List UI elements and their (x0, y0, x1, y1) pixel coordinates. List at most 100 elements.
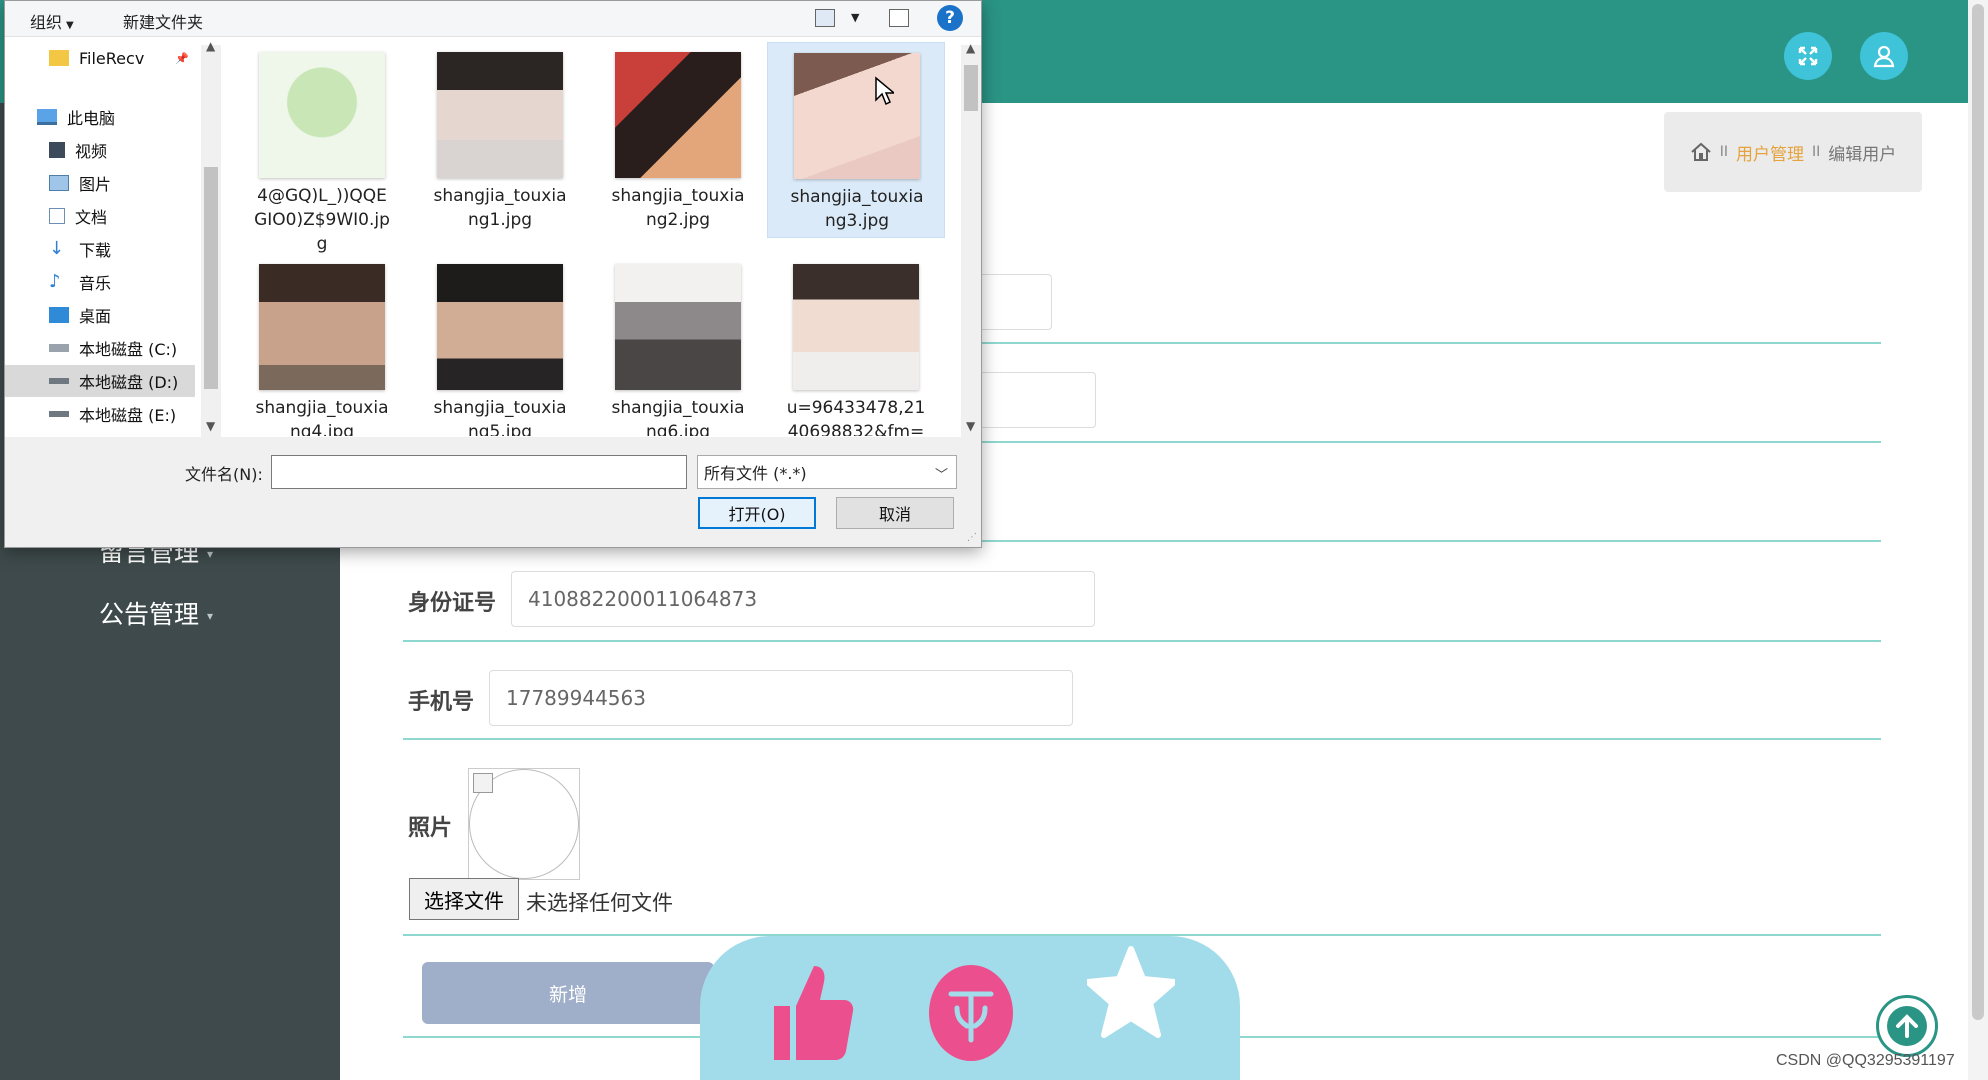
file-item[interactable]: u=96433478,21 40698832&fm= (767, 250, 945, 436)
favorite-button[interactable] (1086, 940, 1176, 1050)
file-list-scrollbar[interactable]: ▲ ▼ (961, 41, 981, 437)
drive-icon (49, 344, 69, 352)
file-item[interactable]: shangjia_touxia ng5.jpg (411, 250, 589, 436)
file-name: 4@GQ)L_))QQE (257, 186, 387, 206)
nav-item-label: 下载 (79, 241, 112, 260)
dialog-footer: 文件名(N): 所有文件 (*.*) ﹀ 打开(O) 取消 ⋰ (5, 437, 981, 547)
file-name: shangjia_touxia (433, 398, 567, 418)
file-name: ng6.jpg (645, 422, 711, 436)
file-name: GIO0)Z$9WI0.jp (254, 210, 390, 230)
music-icon: ♪ (49, 271, 61, 292)
nav-item-drive-c[interactable]: 本地磁盘 (C:) (5, 332, 195, 364)
choose-file-button[interactable]: 选择文件 (409, 878, 519, 920)
fullscreen-button[interactable] (1784, 32, 1832, 80)
nav-item-music[interactable]: ♪ 音乐 (5, 266, 195, 298)
open-button[interactable]: 打开(O) (698, 497, 816, 529)
nav-item-pictures[interactable]: 图片 (5, 167, 195, 199)
nav-item-downloads[interactable]: ↓ 下载 (5, 233, 195, 265)
nav-item-drive-e[interactable]: 本地磁盘 (E:) (5, 398, 195, 430)
phone-label: 手机号 (408, 690, 475, 715)
help-icon[interactable]: ? (937, 5, 963, 31)
file-name: shangjia_touxia (611, 186, 745, 206)
scrollbar-thumb[interactable] (964, 65, 978, 111)
nav-item-desktop[interactable]: 桌面 (5, 299, 195, 331)
view-dropdown-icon[interactable]: ▼ (851, 11, 859, 24)
coin-button[interactable] (926, 956, 1016, 1066)
file-item[interactable]: shangjia_touxia ng4.jpg (233, 250, 411, 436)
scroll-down-icon[interactable]: ▼ (206, 419, 215, 433)
nav-item-label: 图片 (79, 175, 112, 194)
scrollbar-thumb[interactable] (1972, 4, 1984, 1020)
organize-menu[interactable]: 组织 ▼ (30, 9, 74, 33)
nav-item-videos[interactable]: 视频 (5, 134, 195, 166)
star-icon (1087, 946, 1175, 1038)
file-type-value: 所有文件 (*.*) (704, 464, 807, 483)
preview-pane-icon[interactable] (889, 9, 909, 27)
file-thumbnail (437, 52, 563, 178)
back-to-top-button[interactable] (1876, 995, 1938, 1057)
filename-input[interactable] (271, 455, 687, 489)
file-name: u=96433478,21 (786, 398, 926, 418)
scroll-up-icon[interactable]: ▲ (206, 39, 215, 53)
resize-grip-icon[interactable]: ⋰ (967, 532, 977, 543)
nav-item-this-pc[interactable]: 此电脑 (5, 101, 195, 133)
file-name: ng3.jpg (824, 211, 890, 231)
fullscreen-icon (1798, 46, 1818, 66)
nav-item-label: 视频 (75, 142, 108, 161)
desktop-icon (49, 307, 69, 323)
file-type-select[interactable]: 所有文件 (*.*) ﹀ (697, 455, 957, 489)
breadcrumb-edit-user: 编辑用户 (1828, 144, 1897, 165)
chevron-down-icon: ▾ (207, 547, 214, 561)
nav-item-label: 音乐 (79, 274, 112, 293)
file-item[interactable]: shangjia_touxia ng2.jpg (589, 38, 767, 230)
caret-down-icon: ▼ (66, 20, 74, 31)
arrow-up-icon (1887, 1006, 1927, 1046)
home-icon[interactable] (1690, 142, 1712, 162)
view-mode-icon[interactable] (815, 9, 835, 27)
file-thumbnail (437, 264, 563, 390)
drive-icon (49, 378, 69, 384)
id-number-input[interactable]: 410882200011064873 (511, 571, 1095, 627)
chevron-down-icon: ▾ (207, 609, 214, 623)
phone-input[interactable]: 17789944563 (489, 670, 1073, 726)
file-item-selected[interactable]: shangjia_touxia ng3.jpg (767, 42, 945, 238)
like-button[interactable] (766, 956, 856, 1066)
scrollbar-thumb[interactable] (204, 167, 218, 389)
breadcrumb-separator: II (1812, 144, 1821, 160)
file-thumbnail (259, 52, 385, 178)
documents-icon (49, 208, 65, 224)
file-name: shangjia_touxia (611, 398, 745, 418)
sidebar-item-announcements[interactable]: 公告管理 ▾ (99, 595, 213, 631)
divider (403, 738, 1881, 740)
broken-image-icon (473, 773, 493, 793)
file-item[interactable]: shangjia_touxia ng1.jpg (411, 38, 589, 230)
nav-item-documents[interactable]: 文档 (5, 200, 195, 232)
file-thumbnail (259, 264, 385, 390)
social-action-bar (700, 936, 1240, 1080)
coin-icon (929, 965, 1013, 1061)
file-status: 未选择任何文件 (526, 891, 673, 915)
file-item[interactable]: 4@GQ)L_))QQE GIO0)Z$9WI0.jp g (233, 38, 411, 254)
mouse-cursor-icon (875, 76, 894, 106)
pictures-icon (49, 175, 69, 191)
dialog-toolbar: 组织 ▼ 新建文件夹 ▼ ? (5, 1, 981, 37)
nav-item-filerecv[interactable]: FileRecv 📌 (5, 42, 195, 74)
file-name: 40698832&fm= (787, 422, 925, 436)
computer-icon (37, 109, 57, 125)
user-button[interactable] (1860, 32, 1908, 80)
scroll-down-icon[interactable]: ▼ (966, 419, 975, 433)
nav-scrollbar[interactable]: ▲ ▼ (201, 39, 221, 437)
new-folder-button[interactable]: 新建文件夹 (123, 9, 203, 33)
file-item[interactable]: shangjia_touxia ng6.jpg (589, 250, 767, 436)
cancel-button[interactable]: 取消 (836, 497, 954, 529)
file-name: shangjia_touxia (255, 398, 389, 418)
scroll-up-icon[interactable]: ▲ (966, 41, 975, 55)
submit-button[interactable]: 新增 (422, 962, 714, 1024)
file-list: 4@GQ)L_))QQE GIO0)Z$9WI0.jp g shangjia_t… (223, 38, 961, 436)
breadcrumb-separator: II (1719, 144, 1728, 160)
pin-icon[interactable]: 📌 (175, 52, 189, 65)
nav-item-label: 文档 (75, 208, 108, 227)
nav-item-drive-d[interactable]: 本地磁盘 (D:) (5, 365, 195, 397)
page-scrollbar[interactable] (1968, 0, 1988, 1080)
breadcrumb-user-management[interactable]: 用户管理 (1736, 140, 1804, 165)
